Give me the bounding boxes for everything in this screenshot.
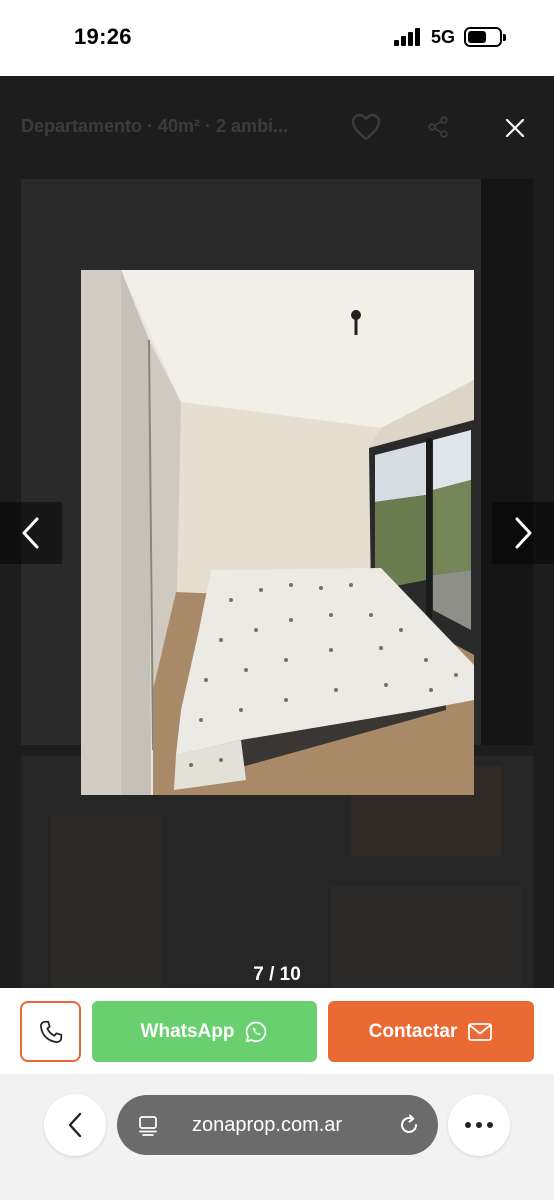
viewer-header: Departamento · 40m² · 2 ambi... bbox=[0, 76, 554, 176]
whatsapp-button[interactable]: WhatsApp bbox=[92, 1001, 317, 1062]
more-icon bbox=[465, 1122, 493, 1128]
share-icon[interactable] bbox=[427, 116, 449, 138]
more-options-button[interactable] bbox=[448, 1094, 510, 1156]
tabs-icon[interactable] bbox=[137, 1114, 159, 1136]
contact-label: Contactar bbox=[368, 1020, 458, 1042]
chevron-left-icon bbox=[22, 517, 39, 549]
address-bar[interactable]: zonaprop.com.ar bbox=[117, 1095, 438, 1155]
network-label: 5G bbox=[431, 27, 456, 47]
whatsapp-icon bbox=[246, 1021, 267, 1042]
next-photo-button[interactable] bbox=[492, 502, 554, 564]
phone-icon bbox=[39, 1020, 62, 1043]
url-text: zonaprop.com.ar bbox=[192, 1114, 343, 1136]
reload-icon[interactable] bbox=[397, 1113, 421, 1137]
whatsapp-label: WhatsApp bbox=[140, 1020, 235, 1042]
bedroom-photo bbox=[81, 270, 474, 795]
contact-bar: WhatsApp Contactar bbox=[0, 988, 554, 1074]
listing-title: Departamento · 40m² · 2 ambi... bbox=[21, 116, 289, 136]
heart-icon[interactable] bbox=[350, 112, 382, 142]
cellular-signal-icon bbox=[394, 28, 422, 46]
chevron-right-icon bbox=[515, 517, 532, 549]
chevron-left-icon bbox=[68, 1112, 82, 1138]
contact-button[interactable]: Contactar bbox=[328, 1001, 534, 1062]
mail-icon bbox=[468, 1022, 493, 1041]
previous-photo-button[interactable] bbox=[0, 502, 62, 564]
status-bar: 19:26 5G bbox=[0, 0, 554, 76]
status-time: 19:26 bbox=[74, 24, 132, 49]
close-icon[interactable] bbox=[502, 115, 528, 141]
photo-counter: 7 / 10 bbox=[253, 964, 301, 985]
browser-back-button[interactable] bbox=[44, 1094, 106, 1156]
browser-toolbar: zonaprop.com.ar bbox=[0, 1074, 554, 1200]
battery-icon bbox=[464, 27, 506, 47]
photo-viewer: Departamento · 40m² · 2 ambi... 7 / 10 bbox=[0, 76, 554, 988]
call-button[interactable] bbox=[20, 1001, 81, 1062]
